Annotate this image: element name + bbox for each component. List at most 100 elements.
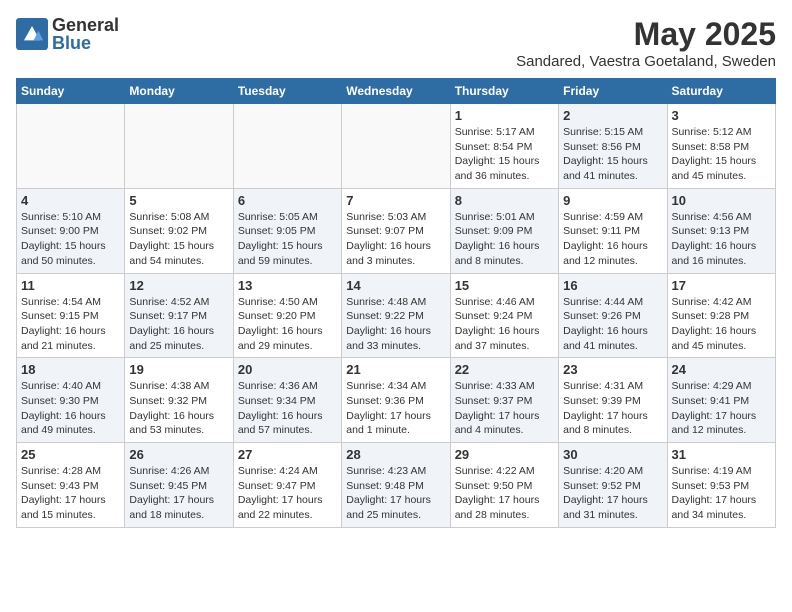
day-info: Sunrise: 4:29 AM Sunset: 9:41 PM Dayligh… [672, 379, 771, 438]
day-number: 29 [455, 447, 554, 462]
day-info: Sunrise: 5:10 AM Sunset: 9:00 PM Dayligh… [21, 210, 120, 269]
calendar-cell: 8 Sunrise: 5:01 AM Sunset: 9:09 PM Daylig… [450, 188, 558, 273]
day-number: 9 [563, 193, 662, 208]
calendar-cell: 18 Sunrise: 4:40 AM Sunset: 9:30 PM Dayli… [17, 358, 125, 443]
day-number: 30 [563, 447, 662, 462]
calendar-cell: 26 Sunrise: 4:26 AM Sunset: 9:45 PM Dayli… [125, 443, 233, 528]
day-number: 26 [129, 447, 228, 462]
day-info: Sunrise: 4:38 AM Sunset: 9:32 PM Dayligh… [129, 379, 228, 438]
day-info: Sunrise: 4:34 AM Sunset: 9:36 PM Dayligh… [346, 379, 445, 438]
day-info: Sunrise: 4:31 AM Sunset: 9:39 PM Dayligh… [563, 379, 662, 438]
header-friday: Friday [559, 79, 667, 104]
day-info: Sunrise: 4:44 AM Sunset: 9:26 PM Dayligh… [563, 295, 662, 354]
header-tuesday: Tuesday [233, 79, 341, 104]
day-number: 15 [455, 278, 554, 293]
day-info: Sunrise: 4:23 AM Sunset: 9:48 PM Dayligh… [346, 464, 445, 523]
header-wednesday: Wednesday [342, 79, 450, 104]
page-header: General Blue May 2025 Sandared, Vaestra … [16, 16, 776, 70]
calendar-cell: 24Sunrise: 4:29 AM Sunset: 9:41 PM Dayli… [667, 358, 775, 443]
calendar-cell: 30 Sunrise: 4:20 AM Sunset: 9:52 PM Dayli… [559, 443, 667, 528]
logo-general-text: General [52, 16, 119, 34]
calendar-cell: 5Sunrise: 5:08 AM Sunset: 9:02 PM Daylig… [125, 188, 233, 273]
day-info: Sunrise: 5:01 AM Sunset: 9:09 PM Dayligh… [455, 210, 554, 269]
day-info: Sunrise: 5:15 AM Sunset: 8:56 PM Dayligh… [563, 125, 662, 184]
day-info: Sunrise: 4:19 AM Sunset: 9:53 PM Dayligh… [672, 464, 771, 523]
day-info: Sunrise: 4:22 AM Sunset: 9:50 PM Dayligh… [455, 464, 554, 523]
day-number: 6 [238, 193, 337, 208]
header-thursday: Thursday [450, 79, 558, 104]
day-info: Sunrise: 4:26 AM Sunset: 9:45 PM Dayligh… [129, 464, 228, 523]
day-info: Sunrise: 4:54 AM Sunset: 9:15 PM Dayligh… [21, 295, 120, 354]
calendar-cell: 31 Sunrise: 4:19 AM Sunset: 9:53 PM Dayli… [667, 443, 775, 528]
calendar-cell: 21 Sunrise: 4:34 AM Sunset: 9:36 PM Dayli… [342, 358, 450, 443]
month-title: May 2025 [516, 16, 776, 53]
logo: General Blue [16, 16, 119, 52]
day-number: 3 [672, 108, 771, 123]
day-info: Sunrise: 4:56 AM Sunset: 9:13 PM Dayligh… [672, 210, 771, 269]
day-info: Sunrise: 4:46 AM Sunset: 9:24 PM Dayligh… [455, 295, 554, 354]
calendar-cell: 13Sunrise: 4:50 AM Sunset: 9:20 PM Dayli… [233, 273, 341, 358]
day-info: Sunrise: 4:28 AM Sunset: 9:43 PM Dayligh… [21, 464, 120, 523]
day-info: Sunrise: 5:05 AM Sunset: 9:05 PM Dayligh… [238, 210, 337, 269]
day-number: 7 [346, 193, 445, 208]
calendar-cell: 19 Sunrise: 4:38 AM Sunset: 9:32 PM Dayli… [125, 358, 233, 443]
calendar-cell: 9 Sunrise: 4:59 AM Sunset: 9:11 PM Daylig… [559, 188, 667, 273]
day-number: 4 [21, 193, 120, 208]
day-number: 19 [129, 362, 228, 377]
day-info: Sunrise: 4:36 AM Sunset: 9:34 PM Dayligh… [238, 379, 337, 438]
day-info: Sunrise: 5:12 AM Sunset: 8:58 PM Dayligh… [672, 125, 771, 184]
calendar-cell: 25Sunrise: 4:28 AM Sunset: 9:43 PM Dayli… [17, 443, 125, 528]
calendar-cell: 28 Sunrise: 4:23 AM Sunset: 9:48 PM Dayli… [342, 443, 450, 528]
day-info: Sunrise: 4:59 AM Sunset: 9:11 PM Dayligh… [563, 210, 662, 269]
logo-blue-text: Blue [52, 34, 119, 52]
calendar-week-2: 11 Sunrise: 4:54 AM Sunset: 9:15 PM Dayli… [17, 273, 776, 358]
calendar-cell: 2 Sunrise: 5:15 AM Sunset: 8:56 PM Daylig… [559, 104, 667, 189]
calendar-cell: 7 Sunrise: 5:03 AM Sunset: 9:07 PM Daylig… [342, 188, 450, 273]
calendar-cell: 1Sunrise: 5:17 AM Sunset: 8:54 PM Daylig… [450, 104, 558, 189]
calendar-cell: 17 Sunrise: 4:42 AM Sunset: 9:28 PM Dayli… [667, 273, 775, 358]
calendar-header-row: SundayMondayTuesdayWednesdayThursdayFrid… [17, 79, 776, 104]
calendar-cell [125, 104, 233, 189]
calendar-cell [233, 104, 341, 189]
calendar-week-3: 18 Sunrise: 4:40 AM Sunset: 9:30 PM Dayli… [17, 358, 776, 443]
calendar-cell: 12Sunrise: 4:52 AM Sunset: 9:17 PM Dayli… [125, 273, 233, 358]
calendar-table: SundayMondayTuesdayWednesdayThursdayFrid… [16, 78, 776, 528]
header-monday: Monday [125, 79, 233, 104]
calendar-cell: 4 Sunrise: 5:10 AM Sunset: 9:00 PM Daylig… [17, 188, 125, 273]
day-number: 27 [238, 447, 337, 462]
calendar-cell: 6 Sunrise: 5:05 AM Sunset: 9:05 PM Daylig… [233, 188, 341, 273]
day-number: 21 [346, 362, 445, 377]
location-title: Sandared, Vaestra Goetaland, Sweden [516, 53, 776, 70]
day-number: 20 [238, 362, 337, 377]
header-saturday: Saturday [667, 79, 775, 104]
day-number: 31 [672, 447, 771, 462]
calendar-cell [342, 104, 450, 189]
calendar-cell: 27Sunrise: 4:24 AM Sunset: 9:47 PM Dayli… [233, 443, 341, 528]
day-info: Sunrise: 4:33 AM Sunset: 9:37 PM Dayligh… [455, 379, 554, 438]
calendar-cell: 16Sunrise: 4:44 AM Sunset: 9:26 PM Dayli… [559, 273, 667, 358]
calendar-cell [17, 104, 125, 189]
day-info: Sunrise: 4:40 AM Sunset: 9:30 PM Dayligh… [21, 379, 120, 438]
calendar-cell: 23Sunrise: 4:31 AM Sunset: 9:39 PM Dayli… [559, 358, 667, 443]
day-number: 5 [129, 193, 228, 208]
calendar-cell: 11 Sunrise: 4:54 AM Sunset: 9:15 PM Dayli… [17, 273, 125, 358]
day-info: Sunrise: 4:48 AM Sunset: 9:22 PM Dayligh… [346, 295, 445, 354]
calendar-week-4: 25Sunrise: 4:28 AM Sunset: 9:43 PM Dayli… [17, 443, 776, 528]
day-number: 28 [346, 447, 445, 462]
day-number: 17 [672, 278, 771, 293]
day-number: 11 [21, 278, 120, 293]
day-number: 22 [455, 362, 554, 377]
calendar-cell: 15 Sunrise: 4:46 AM Sunset: 9:24 PM Dayli… [450, 273, 558, 358]
day-number: 8 [455, 193, 554, 208]
calendar-cell: 3 Sunrise: 5:12 AM Sunset: 8:58 PM Daylig… [667, 104, 775, 189]
day-info: Sunrise: 4:42 AM Sunset: 9:28 PM Dayligh… [672, 295, 771, 354]
day-number: 2 [563, 108, 662, 123]
calendar-cell: 29 Sunrise: 4:22 AM Sunset: 9:50 PM Dayli… [450, 443, 558, 528]
calendar-week-0: 1Sunrise: 5:17 AM Sunset: 8:54 PM Daylig… [17, 104, 776, 189]
title-block: May 2025 Sandared, Vaestra Goetaland, Sw… [516, 16, 776, 70]
day-info: Sunrise: 5:03 AM Sunset: 9:07 PM Dayligh… [346, 210, 445, 269]
day-number: 18 [21, 362, 120, 377]
day-info: Sunrise: 4:20 AM Sunset: 9:52 PM Dayligh… [563, 464, 662, 523]
calendar-cell: 20 Sunrise: 4:36 AM Sunset: 9:34 PM Dayli… [233, 358, 341, 443]
day-number: 10 [672, 193, 771, 208]
